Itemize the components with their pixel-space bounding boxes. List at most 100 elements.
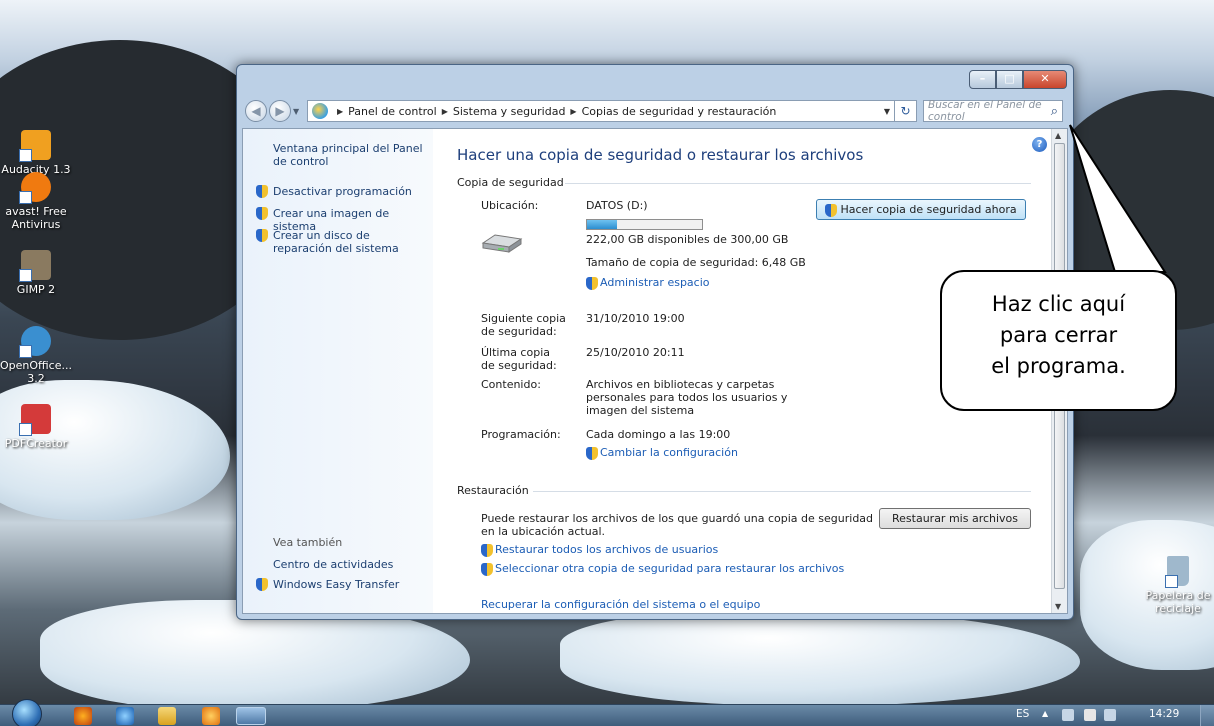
shield-icon	[825, 203, 837, 217]
contents-value: Archivos en bibliotecas y carpetas perso…	[586, 378, 788, 417]
last-backup-label: Última copia de seguridad:	[481, 346, 557, 372]
openoffice-icon	[19, 326, 51, 358]
contents-label: Contenido:	[481, 378, 541, 391]
pdfcreator-icon	[19, 404, 51, 436]
select-other-backup-link[interactable]: Seleccionar otra copia de seguridad para…	[481, 562, 844, 576]
desktop-icon-label: OpenOffice... 3.2	[0, 359, 72, 385]
breadcrumb-backup-restore[interactable]: Copias de seguridad y restauración	[582, 105, 777, 118]
volume-icon[interactable]	[1062, 709, 1074, 721]
shield-icon	[256, 185, 268, 198]
location-value: DATOS (D:)	[586, 199, 648, 212]
desktop-icon-label: Papelera de reciclaje	[1145, 589, 1211, 615]
scroll-down-icon[interactable]: ▼	[1055, 602, 1061, 611]
shield-icon	[256, 229, 268, 242]
shield-icon	[256, 578, 268, 591]
desktop-icon-label: avast! Free Antivirus	[5, 205, 67, 231]
hard-drive-icon	[481, 234, 523, 253]
forward-button[interactable]: ▶	[269, 100, 291, 122]
show-desktop-button[interactable]	[1200, 705, 1214, 726]
start-button[interactable]	[12, 699, 42, 726]
recycle-bin-icon	[1165, 556, 1189, 588]
shield-icon	[586, 446, 598, 460]
divider	[565, 183, 1031, 184]
desktop-icon-recycle-bin[interactable]: Papelera de reciclaje	[1142, 556, 1214, 615]
backup-section-heading: Copia de seguridad	[457, 176, 564, 189]
address-bar[interactable]: ▶ Panel de control ▶ Sistema y seguridad…	[307, 100, 895, 122]
internet-explorer-icon[interactable]	[116, 707, 134, 725]
taskbar: ES ▲ 14:29	[0, 699, 1214, 726]
search-placeholder: Buscar en el Panel de control	[928, 99, 1042, 123]
audacity-icon	[19, 130, 51, 162]
close-button[interactable]: ✕	[1023, 70, 1067, 89]
restore-all-label: Restaurar todos los archivos de usuarios	[495, 543, 719, 556]
show-hidden-icons[interactable]: ▲	[1042, 709, 1054, 721]
control-panel-home-link[interactable]: Ventana principal del Panel de control	[273, 142, 423, 168]
create-repair-disc-link[interactable]: Crear un disco de reparación del sistema	[273, 229, 423, 255]
callout-line-2: para cerrar	[999, 323, 1118, 347]
last-backup-value: 25/10/2010 20:11	[586, 346, 685, 359]
minimize-button[interactable]: –	[969, 70, 996, 89]
shield-icon	[586, 276, 598, 290]
gimp-icon	[19, 250, 51, 282]
recover-system-link[interactable]: Recuperar la configuración del sistema o…	[481, 598, 760, 611]
chevron-right-icon[interactable]: ▶	[570, 107, 576, 116]
control-panel-icon	[312, 103, 328, 119]
manage-space-label: Administrar espacio	[600, 276, 710, 289]
desktop-icon-audacity[interactable]: Audacity 1.3	[0, 130, 72, 176]
chevron-right-icon[interactable]: ▶	[442, 107, 448, 116]
language-indicator[interactable]: ES	[1016, 708, 1029, 720]
shield-icon	[481, 562, 493, 576]
media-player-icon[interactable]	[202, 707, 220, 725]
shield-icon	[481, 543, 493, 557]
action-center-flag-icon[interactable]	[1084, 709, 1096, 721]
left-pane: Ventana principal del Panel de control D…	[243, 129, 433, 613]
disable-schedule-link[interactable]: Desactivar programación	[273, 185, 412, 198]
next-backup-label: Siguiente copia de seguridad:	[481, 312, 566, 338]
backup-size-text: Tamaño de copia de seguridad: 6,48 GB	[586, 256, 806, 269]
desktop-icon-avast[interactable]: avast! Free Antivirus	[0, 172, 72, 231]
desktop-icon-openoffice[interactable]: OpenOffice... 3.2	[0, 326, 72, 385]
help-icon[interactable]: ?	[1032, 137, 1047, 152]
change-settings-link[interactable]: Cambiar la configuración	[586, 446, 738, 460]
disk-usage-bar	[586, 219, 703, 230]
backup-now-label: Hacer copia de seguridad ahora	[840, 203, 1017, 216]
avast-icon	[19, 172, 51, 204]
restore-section-heading: Restauración	[457, 484, 529, 497]
desktop-icon-pdfcreator[interactable]: PDFCreator	[0, 404, 72, 450]
desktop-icon-label: GIMP 2	[16, 283, 56, 296]
callout-line-1: Haz clic aquí	[991, 292, 1126, 316]
restore-all-users-link[interactable]: Restaurar todos los archivos de usuarios	[481, 543, 718, 557]
control-panel-taskbar-icon[interactable]	[236, 707, 266, 725]
callout-bubble: Haz clic aquí para cerrar el programa.	[940, 270, 1177, 411]
backup-now-button[interactable]: Hacer copia de seguridad ahora	[816, 199, 1026, 220]
breadcrumb-control-panel[interactable]: Panel de control	[348, 105, 437, 118]
desktop-icon-label: PDFCreator	[4, 437, 68, 450]
search-icon[interactable]: ⌕	[1051, 104, 1058, 119]
callout-pointer	[1069, 124, 1167, 273]
free-space-text: 222,00 GB disponibles de 300,00 GB	[586, 233, 789, 246]
back-button[interactable]: ◀	[245, 100, 267, 122]
search-input[interactable]: Buscar en el Panel de control ⌕	[923, 99, 1063, 123]
select-other-label: Seleccionar otra copia de seguridad para…	[495, 562, 845, 575]
change-settings-label: Cambiar la configuración	[600, 446, 738, 459]
callout-line-3: el programa.	[991, 354, 1126, 378]
address-dropdown-icon[interactable]: ▼	[884, 107, 890, 116]
easy-transfer-link[interactable]: Windows Easy Transfer	[273, 578, 399, 591]
network-icon[interactable]	[1104, 709, 1116, 721]
firefox-icon[interactable]	[74, 707, 92, 725]
file-explorer-icon[interactable]	[158, 707, 176, 725]
clock[interactable]: 14:29	[1149, 708, 1179, 720]
desktop-icon-gimp[interactable]: GIMP 2	[0, 250, 72, 296]
maximize-button[interactable]: □	[996, 70, 1023, 89]
manage-space-link[interactable]: Administrar espacio	[586, 276, 710, 290]
breadcrumb-system-security[interactable]: Sistema y seguridad	[453, 105, 566, 118]
restore-files-button[interactable]: Restaurar mis archivos	[879, 508, 1032, 529]
recent-pages-dropdown[interactable]: ▼	[293, 107, 303, 116]
schedule-label: Programación:	[481, 428, 561, 441]
window-controls: – □ ✕	[969, 70, 1067, 89]
action-center-link[interactable]: Centro de actividades	[273, 558, 393, 571]
restore-description: Puede restaurar los archivos de los que …	[481, 512, 874, 538]
page-title: Hacer una copia de seguridad o restaurar…	[457, 146, 864, 164]
chevron-right-icon: ▶	[337, 106, 344, 116]
refresh-icon[interactable]: ↻	[895, 100, 917, 122]
